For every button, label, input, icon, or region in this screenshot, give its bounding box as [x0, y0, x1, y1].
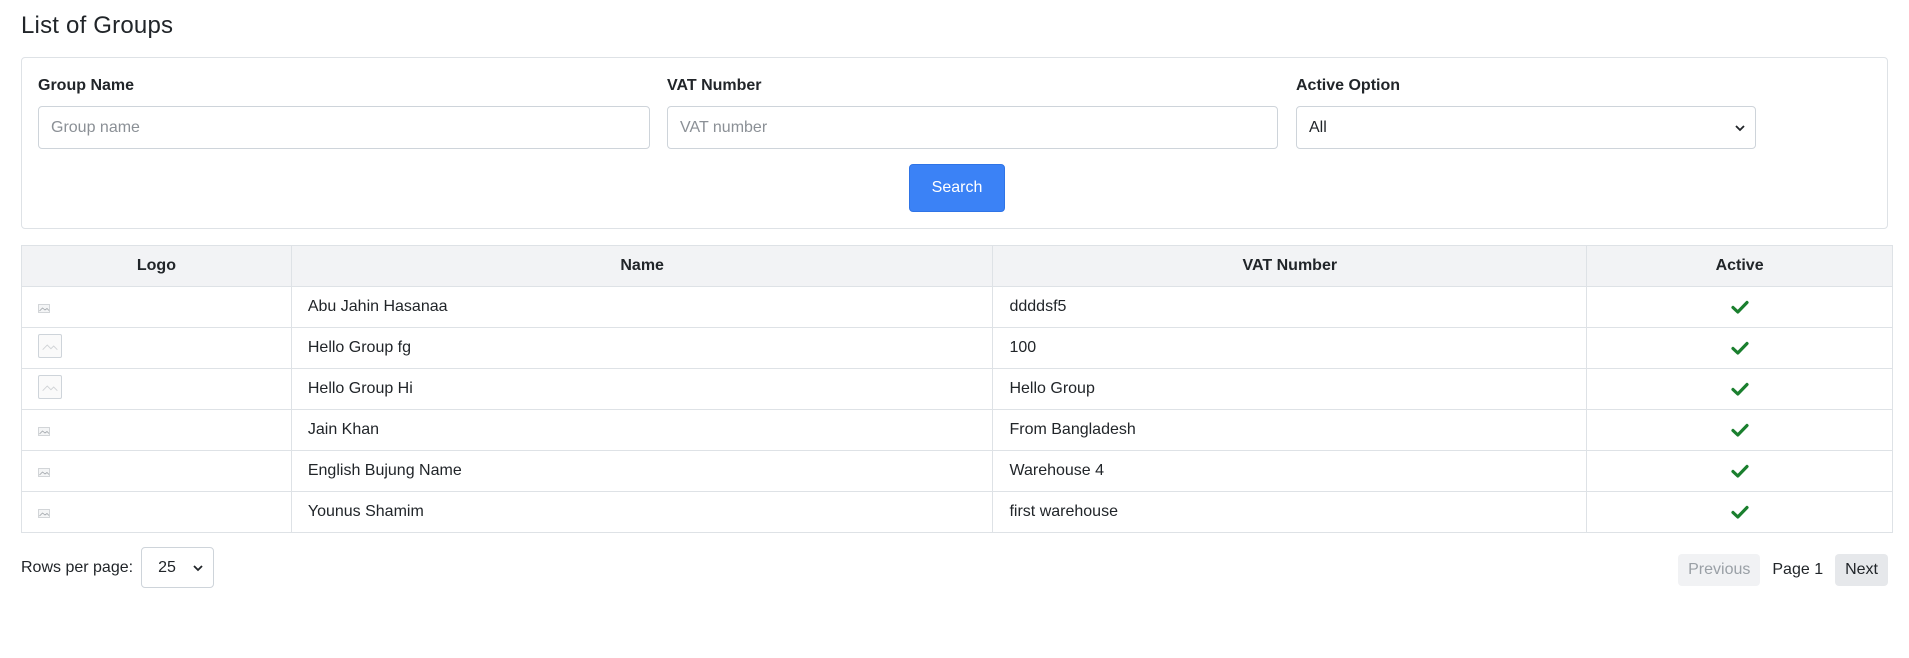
logo-cell: [21, 409, 292, 451]
check-icon: [1730, 382, 1749, 396]
rows-per-page-label: Rows per page:: [21, 558, 134, 576]
group-name-cell: Hello Group fg: [290, 327, 994, 369]
table-row[interactable]: Abu Jahin Hasanaa ddddsf5: [21, 286, 1893, 328]
group-name-cell: Hello Group Hi: [290, 368, 994, 410]
vat-number-label: VAT Number: [667, 77, 762, 94]
chevron-down-icon: [1735, 124, 1745, 131]
group-name-cell: Jain Khan: [290, 409, 994, 451]
table-row[interactable]: Jain Khan From Bangladesh: [21, 409, 1893, 451]
previous-page-button[interactable]: Previous: [1678, 554, 1761, 586]
page-indicator: Page 1: [1772, 561, 1824, 578]
table-row[interactable]: Hello Group fg 100: [21, 327, 1893, 369]
vat-number-cell: From Bangladesh: [992, 409, 1588, 451]
check-icon: [1730, 423, 1749, 437]
rows-per-page-select[interactable]: 25: [141, 547, 215, 588]
active-cell: [1586, 491, 1893, 533]
broken-image-icon: [38, 300, 50, 314]
logo-cell: [21, 327, 292, 369]
active-option-select[interactable]: All: [1296, 106, 1756, 149]
group-name-input[interactable]: Group name: [38, 106, 650, 149]
logo-cell: [21, 286, 292, 328]
table-body: Abu Jahin Hasanaa ddddsf5 Hello Group fg 10…: [21, 286, 1893, 533]
logo-cell: [21, 450, 292, 492]
table-row[interactable]: English Bujung Name Warehouse 4: [21, 450, 1893, 492]
logo-cell: [21, 368, 292, 410]
pagination: Previous Page 1 Next: [1678, 554, 1888, 586]
column-header-active: Active: [1586, 245, 1893, 287]
vat-number-cell: ddddsf5: [992, 286, 1588, 328]
column-header-vat-number: VAT Number: [992, 245, 1588, 287]
search-button[interactable]: Search: [909, 164, 1005, 212]
check-icon: [1730, 300, 1749, 314]
vat-number-cell: Hello Group: [992, 368, 1588, 410]
image-thumbnail-icon: [38, 334, 62, 358]
active-option-value: All: [1309, 118, 1327, 136]
column-header-name: Name: [290, 245, 994, 287]
group-name-cell: Abu Jahin Hasanaa: [290, 286, 994, 328]
image-thumbnail-icon: [38, 375, 62, 399]
active-option-label: Active Option: [1296, 77, 1401, 94]
page-title: List of Groups: [21, 12, 174, 39]
filter-panel: Group Name Group name VAT Number VAT num…: [21, 57, 1888, 229]
check-icon: [1730, 464, 1749, 478]
active-cell: [1586, 409, 1893, 451]
active-cell: [1586, 327, 1893, 369]
logo-cell: [21, 491, 292, 533]
active-cell: [1586, 368, 1893, 410]
table-row[interactable]: Younus Shamim first warehouse: [21, 491, 1893, 533]
rows-per-page-value: 25: [158, 558, 176, 576]
broken-image-icon: [38, 464, 50, 478]
table-footer: Rows per page: 25 Previous Page 1 Next: [21, 547, 1888, 607]
table-row[interactable]: Hello Group Hi Hello Group: [21, 368, 1893, 410]
vat-number-cell: 100: [992, 327, 1588, 369]
active-cell: [1586, 286, 1893, 328]
page: List of Groups Group Name Group name VAT…: [0, 0, 1909, 607]
vat-number-cell: Warehouse 4: [992, 450, 1588, 492]
column-header-logo: Logo: [21, 245, 292, 287]
vat-number-cell: first warehouse: [992, 491, 1588, 533]
vat-number-input[interactable]: VAT number: [667, 106, 1278, 149]
next-page-button[interactable]: Next: [1835, 554, 1888, 586]
check-icon: [1730, 505, 1749, 519]
group-name-cell: English Bujung Name: [290, 450, 994, 492]
broken-image-icon: [38, 505, 50, 519]
broken-image-icon: [38, 423, 50, 437]
group-name-cell: Younus Shamim: [290, 491, 994, 533]
rows-per-page: Rows per page: 25: [21, 547, 215, 588]
check-icon: [1730, 341, 1749, 355]
group-name-label: Group Name: [38, 77, 135, 94]
groups-table: Logo Name VAT Number Active Abu Jahin Ha…: [21, 245, 1893, 533]
chevron-down-icon: [193, 564, 203, 571]
active-cell: [1586, 450, 1893, 492]
table-header-row: Logo Name VAT Number Active: [21, 245, 1893, 287]
